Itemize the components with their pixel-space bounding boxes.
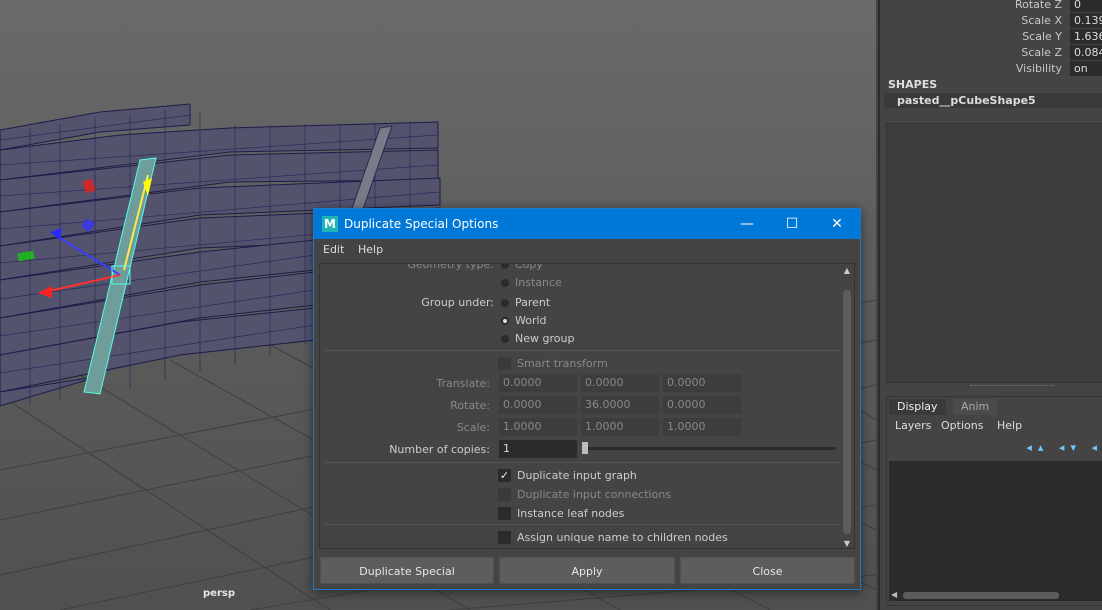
dialog-titlebar[interactable]: M Duplicate Special Options — ☐ ✕	[314, 209, 860, 239]
geometry-instance-label: Instance	[515, 276, 562, 289]
translate-label: Translate:	[436, 377, 490, 390]
rotate-z-field[interactable]: 0.0000	[663, 396, 741, 414]
translate-x-field[interactable]: 0.0000	[499, 374, 577, 392]
assign-unique-name-checkbox[interactable]	[498, 531, 511, 544]
rotate-label: Rotate:	[450, 399, 490, 412]
close-window-button[interactable]: ✕	[814, 209, 860, 239]
group-under-label: Group under:	[421, 296, 494, 309]
dialog-title: Duplicate Special Options	[344, 217, 499, 231]
tab-anim[interactable]: Anim	[953, 399, 998, 415]
scrollbar-thumb[interactable]	[903, 592, 1059, 599]
separator	[325, 350, 841, 351]
attr-row-rotate-z[interactable]: Rotate Z 0	[880, 0, 1102, 13]
scale-label: Scale:	[456, 421, 490, 434]
group-world-label: World	[515, 314, 547, 327]
tab-display[interactable]: Display	[889, 399, 946, 415]
copies-label: Number of copies:	[389, 443, 490, 456]
attr-label: Visibility	[1015, 62, 1062, 75]
duplicate-input-graph-checkbox[interactable]: ✓	[498, 469, 511, 482]
panel-splitter[interactable]	[970, 385, 1054, 388]
group-new-group-label: New group	[515, 332, 575, 345]
duplicate-special-dialog: M Duplicate Special Options — ☐ ✕ Edit H…	[313, 208, 861, 590]
attr-value[interactable]: 0	[1070, 0, 1102, 12]
help-menu[interactable]: Help	[358, 243, 383, 256]
separator	[325, 462, 841, 463]
layer-horizontal-scrollbar[interactable]: ◀	[889, 589, 1102, 601]
geometry-instance-radio[interactable]	[501, 279, 509, 287]
camera-label: persp	[203, 588, 235, 599]
apply-button[interactable]: Apply	[499, 557, 675, 584]
attr-row-scale-y[interactable]: Scale Y 1.636	[880, 29, 1102, 45]
copies-field[interactable]: 1	[499, 440, 577, 458]
scale-z-field[interactable]: 1.0000	[663, 418, 741, 436]
assign-unique-name-label: Assign unique name to children nodes	[517, 531, 728, 544]
translate-y-field[interactable]: 0.0000	[581, 374, 659, 392]
scrollbar-thumb[interactable]	[843, 290, 851, 534]
channel-box-empty-area	[886, 123, 1102, 383]
channel-box: Rotate Z 0 Scale X 0.139 Scale Y 1.636 S…	[878, 0, 1102, 610]
layer-editor: Display Anim Layers Options Help ◂▴ ◂▾ ◂…	[886, 396, 1102, 606]
options-vertical-scrollbar[interactable]: ▲ ▼	[842, 266, 852, 548]
attr-row-scale-x[interactable]: Scale X 0.139	[880, 13, 1102, 29]
group-parent-label: Parent	[515, 296, 551, 309]
geometry-copy-label: Copy	[515, 263, 543, 271]
translate-z-field[interactable]: 0.0000	[663, 374, 741, 392]
duplicate-input-connections-label: Duplicate input connections	[517, 488, 672, 501]
smart-transform-checkbox[interactable]	[498, 357, 511, 370]
smart-transform-label: Smart transform	[517, 357, 608, 370]
scroll-left-icon[interactable]: ◀	[891, 590, 897, 599]
maximize-button[interactable]: ☐	[769, 209, 815, 239]
group-world-radio[interactable]	[501, 317, 509, 325]
duplicate-input-connections-checkbox[interactable]	[498, 488, 511, 501]
rotate-x-field[interactable]: 0.0000	[499, 396, 577, 414]
dialog-menubar: Edit Help	[314, 239, 860, 261]
maya-app-icon: M	[322, 216, 338, 232]
options-scroll-area: Geometry type: Copy Instance Group under…	[319, 263, 855, 549]
attr-value[interactable]: 1.636	[1070, 29, 1102, 44]
attr-label: Scale Z	[1021, 46, 1062, 59]
group-parent-radio[interactable]	[501, 299, 509, 307]
layer-move-arrows-icon[interactable]: ◂▴ ◂▾ ◂	[1026, 441, 1102, 454]
copies-slider-handle[interactable]	[582, 442, 588, 454]
scale-y-field[interactable]: 1.0000	[581, 418, 659, 436]
attr-value[interactable]: on	[1070, 61, 1102, 76]
separator	[325, 524, 841, 525]
rotate-y-field[interactable]: 36.0000	[581, 396, 659, 414]
attr-row-visibility[interactable]: Visibility on	[880, 61, 1102, 77]
group-new-group-radio[interactable]	[501, 335, 509, 343]
attr-value[interactable]: 0.084	[1070, 45, 1102, 60]
attr-label: Scale Y	[1022, 30, 1062, 43]
instance-leaf-nodes-label: Instance leaf nodes	[517, 507, 625, 520]
options-menu[interactable]: Options	[941, 419, 983, 432]
shape-node-name[interactable]: pasted__pCubeShape5	[884, 93, 1102, 108]
duplicate-input-graph-label: Duplicate input graph	[517, 469, 637, 482]
duplicate-special-button[interactable]: Duplicate Special	[320, 557, 494, 584]
geometry-copy-radio[interactable]	[501, 264, 509, 269]
attr-label: Scale X	[1021, 14, 1062, 27]
attr-value[interactable]: 0.139	[1070, 13, 1102, 28]
shapes-heading: SHAPES	[888, 78, 938, 91]
scale-x-field[interactable]: 1.0000	[499, 418, 577, 436]
minimize-button[interactable]: —	[724, 209, 770, 239]
close-button[interactable]: Close	[680, 557, 855, 584]
instance-leaf-nodes-checkbox[interactable]	[498, 507, 511, 520]
attr-row-scale-z[interactable]: Scale Z 0.084	[880, 45, 1102, 61]
layers-menu[interactable]: Layers	[895, 419, 931, 432]
attr-label: Rotate Z	[1014, 0, 1062, 11]
copies-slider[interactable]	[582, 447, 836, 450]
edit-menu[interactable]: Edit	[323, 243, 344, 256]
layer-list	[889, 461, 1102, 589]
help-menu[interactable]: Help	[997, 419, 1022, 432]
scroll-up-icon[interactable]: ▲	[842, 266, 852, 275]
geometry-type-label: Geometry type:	[407, 263, 494, 271]
scroll-down-icon[interactable]: ▼	[842, 539, 852, 548]
